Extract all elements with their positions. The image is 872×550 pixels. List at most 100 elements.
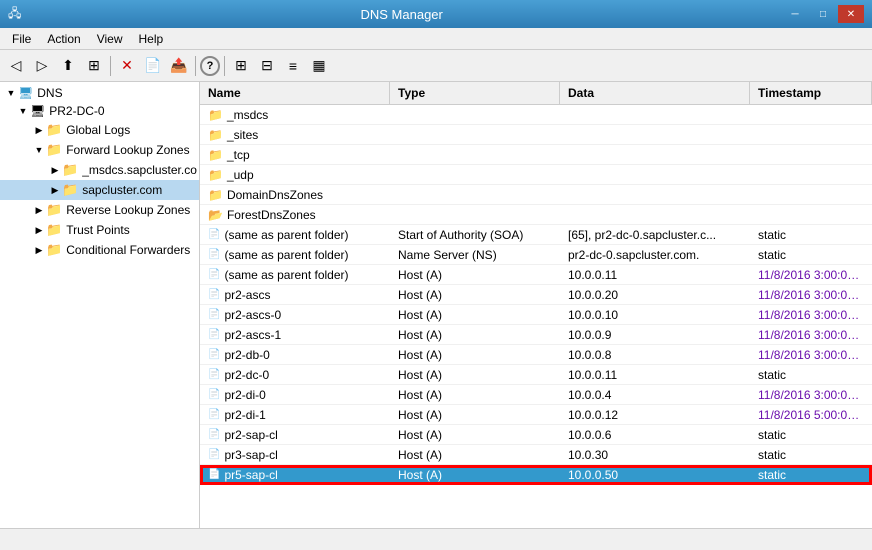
console-tree-button[interactable]: ⊞ [82,54,106,78]
properties-button[interactable]: 📄 [141,54,165,78]
cell-data: 10.0.30 [560,446,750,464]
list-item[interactable]: 📁 _tcp [200,145,872,165]
list-item[interactable]: 📂 ForestDnsZones [200,205,872,225]
title-bar: 🖧 DNS Manager ─ □ ✕ [0,0,872,28]
list-panel: Name Type Data Timestamp 📁 _msdcs 📁 _sit [200,82,872,528]
toolbar-sep-3 [224,56,225,76]
close-button[interactable]: ✕ [838,5,864,23]
cell-timestamp: 11/8/2016 3:00:00 PM [750,286,872,304]
col-header-data[interactable]: Data [560,82,750,104]
maximize-button[interactable]: □ [810,5,836,23]
tree-node-msdcs[interactable]: ▶ 📁 _msdcs.sapcluster.co [0,160,199,180]
col-header-type[interactable]: Type [390,82,560,104]
view-list-button[interactable]: ≡ [281,54,305,78]
cell-data: 10.0.0.20 [560,286,750,304]
tree-node-reverse-lookup[interactable]: ▶ 📁 Reverse Lookup Zones [0,200,199,220]
cell-type [390,113,560,117]
list-item[interactable]: 📄 pr2-di-1 Host (A) 10.0.0.12 11/8/2016 … [200,405,872,425]
cell-data: 10.0.0.8 [560,346,750,364]
minimize-button[interactable]: ─ [782,5,808,23]
view-small-button[interactable]: ⊟ [255,54,279,78]
msdcs-expander[interactable]: ▶ [48,163,62,177]
help-button[interactable]: ? [200,56,220,76]
tree-panel[interactable]: ▼ 🖥 DNS ▼ 🖥 PR2-DC-0 ▶ 📁 Global Logs ▼ 📁… [0,82,200,528]
export-button[interactable]: 📤 [167,54,191,78]
tree-node-global-logs[interactable]: ▶ 📁 Global Logs [0,120,199,140]
list-item[interactable]: 📄 pr3-sap-cl Host (A) 10.0.30 static [200,445,872,465]
global-logs-icon: 📁 [46,122,62,138]
cell-timestamp [750,213,872,217]
tree-node-pr2dc0[interactable]: ▼ 🖥 PR2-DC-0 [0,102,199,120]
cell-type: Host (A) [390,386,560,404]
record-icon: 📄 [208,389,220,400]
pr2dc0-expander[interactable]: ▼ [16,104,30,118]
tree-node-forward-lookup[interactable]: ▼ 📁 Forward Lookup Zones [0,140,199,160]
global-logs-expander[interactable]: ▶ [32,123,46,137]
cell-name: 📄 (same as parent folder) [200,246,390,264]
menu-view[interactable]: View [89,30,131,48]
view-large-button[interactable]: ⊞ [229,54,253,78]
menu-file[interactable]: File [4,30,39,48]
back-button[interactable]: ◁ [4,54,28,78]
list-item[interactable]: 📄 pr2-di-0 Host (A) 10.0.0.4 11/8/2016 3… [200,385,872,405]
list-item[interactable]: 📄 (same as parent folder) Name Server (N… [200,245,872,265]
app-icon: 🖧 [8,4,21,25]
tree-node-conditional-fwd[interactable]: ▶ 📁 Conditional Forwarders [0,240,199,260]
cell-timestamp: 11/8/2016 3:00:00 PM [750,306,872,324]
delete-button[interactable]: ✕ [115,54,139,78]
list-item-selected[interactable]: 📄 pr5-sap-cl Host (A) 10.0.0.50 static [200,465,872,485]
up-button[interactable]: ⬆ [56,54,80,78]
folder-icon: 📁 [208,148,223,162]
tree-node-dns[interactable]: ▼ 🖥 DNS [0,84,199,102]
msdcs-label: _msdcs.sapcluster.co [82,163,197,177]
pr2dc0-label: PR2-DC-0 [49,104,104,118]
trust-points-label: Trust Points [66,223,130,237]
list-item[interactable]: 📄 pr2-ascs Host (A) 10.0.0.20 11/8/2016 … [200,285,872,305]
conditional-fwd-expander[interactable]: ▶ [32,243,46,257]
tree-node-sapcluster[interactable]: ▶ 📁 sapcluster.com [0,180,199,200]
cell-data: 10.0.0.11 [560,366,750,384]
col-header-name[interactable]: Name [200,82,390,104]
col-header-timestamp[interactable]: Timestamp [750,82,872,104]
sapcluster-expander[interactable]: ▶ [48,183,62,197]
forward-lookup-expander[interactable]: ▼ [32,143,46,157]
list-item[interactable]: 📄 pr2-dc-0 Host (A) 10.0.0.11 static [200,365,872,385]
list-body[interactable]: 📁 _msdcs 📁 _sites 📁 _tcp [200,105,872,528]
cell-name: 📄 (same as parent folder) [200,226,390,244]
list-item[interactable]: 📄 pr2-ascs-1 Host (A) 10.0.0.9 11/8/2016… [200,325,872,345]
cell-type: Start of Authority (SOA) [390,226,560,244]
list-item[interactable]: 📁 _msdcs [200,105,872,125]
reverse-lookup-expander[interactable]: ▶ [32,203,46,217]
list-item[interactable]: 📁 _udp [200,165,872,185]
status-bar [0,528,872,550]
tree-node-trust-points[interactable]: ▶ 📁 Trust Points [0,220,199,240]
cell-name: 📄 pr2-sap-cl [200,426,390,444]
dns-expander[interactable]: ▼ [4,86,18,100]
cell-timestamp [750,133,872,137]
cell-timestamp: static [750,466,872,484]
cell-type: Host (A) [390,366,560,384]
cell-name: 📄 pr2-di-1 [200,406,390,424]
cell-timestamp [750,153,872,157]
trust-points-expander[interactable]: ▶ [32,223,46,237]
cell-name: 📁 _udp [200,166,390,184]
cell-type [390,153,560,157]
forward-button[interactable]: ▷ [30,54,54,78]
record-icon: 📄 [208,469,220,480]
list-item[interactable]: 📄 pr2-ascs-0 Host (A) 10.0.0.10 11/8/201… [200,305,872,325]
record-icon: 📄 [208,409,220,420]
list-item[interactable]: 📁 _sites [200,125,872,145]
menu-action[interactable]: Action [39,30,88,48]
cell-type [390,133,560,137]
list-item[interactable]: 📄 pr2-db-0 Host (A) 10.0.0.8 11/8/2016 3… [200,345,872,365]
list-item[interactable]: 📁 DomainDnsZones [200,185,872,205]
cell-type [390,173,560,177]
cell-name: 📄 pr2-di-0 [200,386,390,404]
list-item[interactable]: 📄 (same as parent folder) Host (A) 10.0.… [200,265,872,285]
cell-data: [65], pr2-dc-0.sapcluster.c... [560,226,750,244]
view-detail-button[interactable]: ▦ [307,54,331,78]
cell-data [560,173,750,177]
list-item[interactable]: 📄 (same as parent folder) Start of Autho… [200,225,872,245]
menu-help[interactable]: Help [131,30,172,48]
list-item[interactable]: 📄 pr2-sap-cl Host (A) 10.0.0.6 static [200,425,872,445]
